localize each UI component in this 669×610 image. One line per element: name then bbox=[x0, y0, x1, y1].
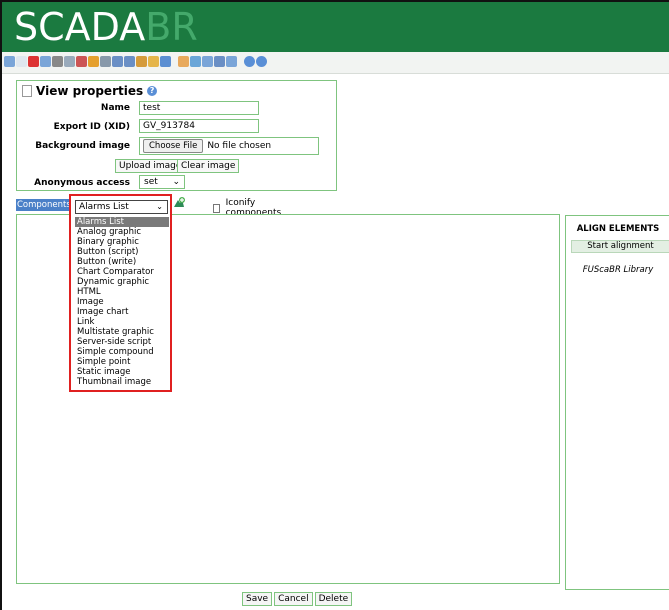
xid-input[interactable]: GV_913784 bbox=[139, 119, 259, 133]
component-option[interactable]: Multistate graphic bbox=[75, 327, 169, 337]
refresh-icon[interactable] bbox=[214, 56, 225, 67]
component-option[interactable]: Chart Comparator bbox=[75, 267, 169, 277]
grid-icon[interactable] bbox=[160, 56, 171, 67]
folder-icon[interactable] bbox=[148, 56, 159, 67]
component-option[interactable]: Button (script) bbox=[75, 247, 169, 257]
component-option[interactable]: Simple compound bbox=[75, 347, 169, 357]
component-option[interactable]: Simple point bbox=[75, 357, 169, 367]
upload-image-button[interactable]: Upload image bbox=[115, 159, 186, 173]
sql-icon[interactable] bbox=[202, 56, 213, 67]
chevron-down-icon: ⌄ bbox=[156, 202, 163, 211]
bottom-actions: Save Cancel Delete bbox=[242, 592, 354, 606]
eye-icon[interactable] bbox=[4, 56, 15, 67]
component-option[interactable]: Link bbox=[75, 317, 169, 327]
clock-icon[interactable] bbox=[76, 56, 87, 67]
component-option[interactable]: Server-side script bbox=[75, 337, 169, 347]
pencil-icon[interactable] bbox=[88, 56, 99, 67]
edit-icon[interactable] bbox=[28, 56, 39, 67]
anonymous-access-label: Anonymous access bbox=[34, 178, 130, 188]
save-button[interactable]: Save bbox=[242, 592, 273, 606]
delete-button[interactable]: Delete bbox=[314, 592, 353, 606]
component-option[interactable]: Dynamic graphic bbox=[75, 277, 169, 287]
choose-file-button[interactable]: Choose File bbox=[143, 139, 204, 153]
component-option[interactable]: Analog graphic bbox=[75, 227, 169, 237]
components-label: Components: bbox=[16, 199, 74, 211]
fuscabr-library-link[interactable]: FUScaBR Library bbox=[566, 265, 669, 275]
user-icon[interactable] bbox=[136, 56, 147, 67]
background-image-label: Background image bbox=[35, 141, 130, 151]
no-file-text: No file chosen bbox=[207, 141, 272, 151]
component-option[interactable]: Image chart bbox=[75, 307, 169, 317]
paint-icon[interactable] bbox=[178, 56, 189, 67]
document-icon bbox=[22, 85, 32, 97]
component-option[interactable]: Alarms List bbox=[75, 217, 169, 227]
main-toolbar bbox=[2, 52, 669, 74]
toolbar-icons bbox=[4, 56, 268, 67]
gear-icon[interactable] bbox=[52, 56, 63, 67]
anonymous-access-select[interactable]: set ⌄ bbox=[139, 175, 185, 189]
components-option-list: Alarms List Analog graphic Binary graphic B… bbox=[75, 217, 169, 387]
list-icon[interactable] bbox=[40, 56, 51, 67]
background-file-input[interactable]: Choose File No file chosen bbox=[139, 137, 319, 155]
component-option[interactable]: Static image bbox=[75, 367, 169, 377]
scadabr-logo: SCADABR bbox=[14, 5, 198, 49]
component-option[interactable]: Thumbnail image bbox=[75, 377, 169, 387]
xid-label: Export ID (XID) bbox=[53, 122, 130, 132]
cancel-button[interactable]: Cancel bbox=[274, 592, 313, 606]
component-option[interactable]: Image bbox=[75, 297, 169, 307]
component-option[interactable]: HTML bbox=[75, 287, 169, 297]
link-icon[interactable] bbox=[100, 56, 111, 67]
name-input[interactable]: test bbox=[139, 101, 259, 115]
users-icon[interactable] bbox=[124, 56, 135, 67]
tools-icon[interactable] bbox=[190, 56, 201, 67]
cylinder-icon[interactable] bbox=[64, 56, 75, 67]
start-alignment-button[interactable]: Start alignment bbox=[571, 240, 669, 253]
target-icon[interactable] bbox=[244, 56, 255, 67]
app-header: SCADABR bbox=[2, 2, 669, 52]
components-dropdown-highlight: Alarms List ⌄ Alarms List Analog graphic B… bbox=[69, 194, 172, 392]
component-option[interactable]: Binary graphic bbox=[75, 237, 169, 247]
book-icon[interactable] bbox=[112, 56, 123, 67]
clear-image-button[interactable]: Clear image bbox=[177, 159, 240, 173]
align-elements-title: ALIGN ELEMENTS bbox=[576, 224, 660, 234]
view-properties-title: View properties ? bbox=[22, 84, 158, 98]
help-icon[interactable] bbox=[256, 56, 267, 67]
component-option[interactable]: Button (write) bbox=[75, 257, 169, 267]
align-elements-panel: ALIGN ELEMENTS Start alignment FUScaBR L… bbox=[565, 215, 669, 590]
chevron-down-icon: ⌄ bbox=[172, 177, 180, 187]
new-icon[interactable] bbox=[16, 56, 27, 67]
components-dropdown-select[interactable]: Alarms List ⌄ bbox=[75, 200, 168, 214]
doc-icon[interactable] bbox=[226, 56, 237, 67]
name-label: Name bbox=[100, 103, 130, 113]
help-icon[interactable]: ? bbox=[147, 86, 158, 96]
add-component-icon[interactable] bbox=[172, 196, 186, 210]
view-properties-panel: View properties ? Name test Export ID (X… bbox=[16, 80, 337, 191]
iconify-checkbox[interactable] bbox=[213, 203, 220, 213]
